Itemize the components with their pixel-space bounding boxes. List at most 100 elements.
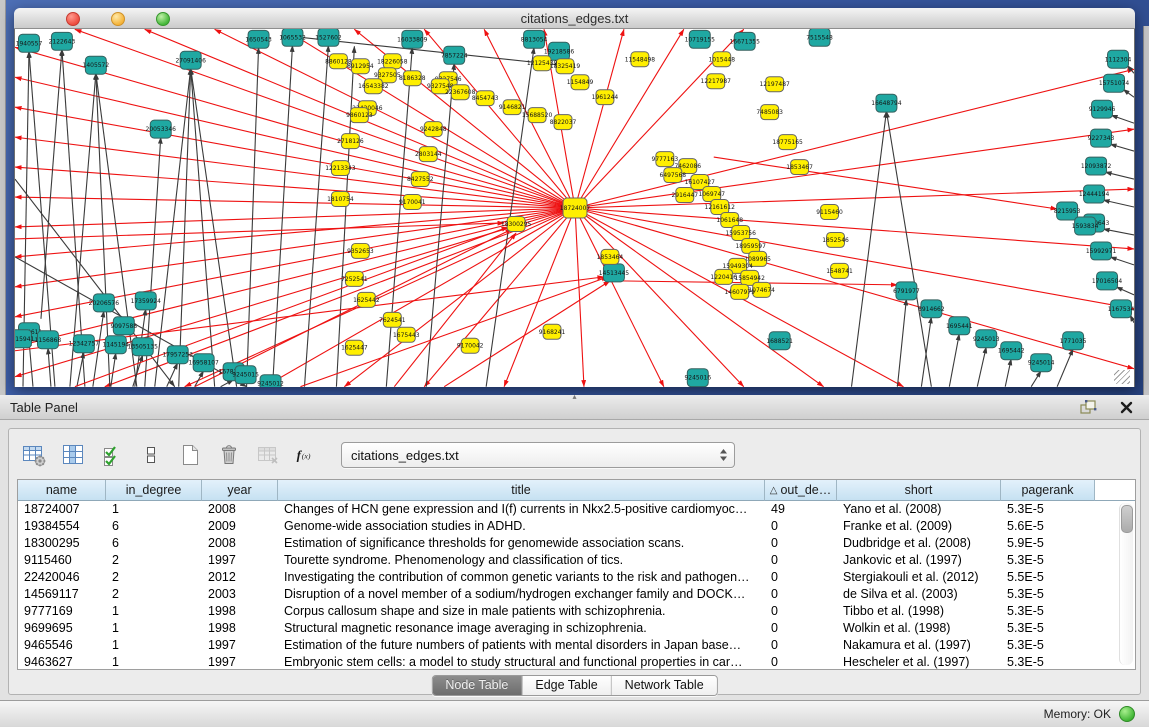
cell-title[interactable]: Investigating the contribution of common… [278, 569, 765, 586]
close-panel-icon[interactable] [1113, 394, 1139, 420]
table-row[interactable]: 911546021997Tourette syndrome. Phenomeno… [18, 552, 1135, 569]
function-builder-icon[interactable]: f (x) [294, 442, 320, 468]
cell-title[interactable]: Embryonic stem cells: a model to study s… [278, 654, 765, 670]
cell-pagerank[interactable]: 5.9E-5 [1001, 535, 1095, 552]
new-column-icon[interactable] [177, 442, 203, 468]
column-header-short[interactable]: short [837, 480, 1001, 501]
cell-out_degree[interactable]: 0 [765, 620, 837, 637]
graph-edge[interactable] [155, 68, 191, 386]
graph-edge[interactable] [575, 208, 1134, 309]
graph-edge[interactable] [575, 208, 824, 387]
column-header-title[interactable]: title [278, 480, 765, 501]
cell-pagerank[interactable]: 5.3E-5 [1001, 552, 1095, 569]
stacked-rows-icon[interactable] [138, 442, 164, 468]
select-columns-icon[interactable] [60, 442, 86, 468]
cell-out_degree[interactable]: 0 [765, 569, 837, 586]
cell-short[interactable]: Hescheler et al. (1997) [837, 654, 1001, 670]
graph-edge[interactable] [48, 348, 51, 387]
cell-short[interactable]: Tibbo et al. (1998) [837, 603, 1001, 620]
graph-edge[interactable] [1103, 200, 1134, 207]
graph-edge[interactable] [1103, 229, 1134, 235]
graph-edge[interactable] [41, 49, 62, 319]
cell-short[interactable]: Dudbridge et al. (2008) [837, 535, 1001, 552]
graph-edge[interactable] [886, 111, 931, 387]
cell-in_degree[interactable]: 1 [106, 620, 202, 637]
cell-name[interactable]: 19384554 [18, 518, 106, 535]
cell-year[interactable]: 2003 [202, 586, 278, 603]
graph-edge[interactable] [15, 107, 575, 208]
cell-year[interactable]: 1997 [202, 552, 278, 569]
table-row[interactable]: 1456911722003Disruption of a novel membe… [18, 586, 1135, 603]
cell-name[interactable]: 18300295 [18, 535, 106, 552]
table-row[interactable]: 946554611997Estimation of the future num… [18, 637, 1135, 654]
tab-node-table[interactable]: Node Table [432, 676, 522, 695]
float-window-icon[interactable] [1075, 394, 1101, 420]
graph-edge[interactable] [575, 208, 1134, 369]
graph-edge[interactable] [247, 47, 259, 386]
cell-pagerank[interactable]: 5.3E-5 [1001, 603, 1095, 620]
table-panel-titlebar[interactable]: ▴ Table Panel [0, 395, 1149, 420]
cell-in_degree[interactable]: 6 [106, 518, 202, 535]
graph-edge[interactable] [977, 347, 986, 387]
cell-year[interactable]: 2008 [202, 535, 278, 552]
network-canvas[interactable]: 1940557212264314055722709140616505431065… [14, 29, 1135, 387]
close-window-button[interactable] [66, 12, 80, 26]
network-window-titlebar[interactable]: citations_edges.txt [14, 8, 1135, 29]
graph-edge[interactable] [575, 208, 744, 387]
column-header-in_degree[interactable]: in_degree [106, 480, 202, 501]
graph-edge[interactable] [575, 208, 584, 387]
delete-column-trash-icon[interactable] [216, 442, 242, 468]
cell-out_degree[interactable]: 0 [765, 518, 837, 535]
cell-year[interactable]: 1997 [202, 654, 278, 670]
cell-pagerank[interactable]: 5.3E-5 [1001, 620, 1095, 637]
cell-short[interactable]: Yano et al. (2008) [837, 501, 1001, 518]
cell-title[interactable]: Disruption of a novel member of a sodium… [278, 586, 765, 603]
cell-title[interactable]: Estimation of significance thresholds fo… [278, 535, 765, 552]
cell-pagerank[interactable]: 5.6E-5 [1001, 518, 1095, 535]
cell-year[interactable]: 1997 [202, 637, 278, 654]
checkbox-list-icon[interactable] [99, 442, 125, 468]
cell-out_degree[interactable]: 0 [765, 535, 837, 552]
cell-year[interactable]: 1998 [202, 603, 278, 620]
cell-name[interactable]: 9463627 [18, 654, 106, 670]
cell-out_degree[interactable]: 0 [765, 586, 837, 603]
table-settings-icon[interactable] [21, 442, 47, 468]
cell-year[interactable]: 2009 [202, 518, 278, 535]
table-select-dropdown[interactable]: citations_edges.txt [341, 442, 735, 468]
column-header-pagerank[interactable]: pagerank [1001, 480, 1095, 501]
cell-in_degree[interactable]: 1 [106, 654, 202, 670]
graph-edge[interactable] [1123, 89, 1134, 97]
graph-edge[interactable] [575, 208, 664, 387]
graph-edge[interactable] [575, 69, 1134, 208]
cell-short[interactable]: Stergiakouli et al. (2012) [837, 569, 1001, 586]
cell-pagerank[interactable]: 5.3E-5 [1001, 654, 1095, 670]
cell-year[interactable]: 2012 [202, 569, 278, 586]
graph-edge[interactable] [1005, 359, 1011, 387]
zoom-window-button[interactable] [156, 12, 170, 26]
cell-title[interactable]: Estimation of the future numbers of pati… [278, 637, 765, 654]
cell-in_degree[interactable]: 1 [106, 501, 202, 518]
graph-edge[interactable] [575, 29, 624, 208]
graph-edge[interactable] [15, 197, 575, 208]
cell-year[interactable]: 2008 [202, 501, 278, 518]
cell-short[interactable]: Wolkin et al. (1998) [837, 620, 1001, 637]
table-row[interactable]: 1830029562008Estimation of significance … [18, 535, 1135, 552]
graph-edge[interactable] [1110, 257, 1134, 265]
graph-edge[interactable] [15, 208, 575, 287]
cell-title[interactable]: Structural magnetic resonance image aver… [278, 620, 765, 637]
graph-edge[interactable] [1111, 115, 1134, 123]
cell-name[interactable]: 9777169 [18, 603, 106, 620]
cell-name[interactable]: 14569117 [18, 586, 106, 603]
minimize-window-button[interactable] [111, 12, 125, 26]
cell-title[interactable]: Corpus callosum shape and size in male p… [278, 603, 765, 620]
graph-edge[interactable] [1116, 287, 1134, 295]
cell-short[interactable]: Nakamura et al. (1997) [837, 637, 1001, 654]
cell-out_degree[interactable]: 0 [765, 637, 837, 654]
table-row[interactable]: 1872400712008Changes of HCN gene express… [18, 501, 1135, 518]
table-row[interactable]: 977716911998Corpus callosum shape and si… [18, 603, 1135, 620]
column-header-out_degree[interactable]: △out_de… [765, 480, 837, 501]
graph-edge[interactable] [852, 111, 887, 387]
column-header-year[interactable]: year [202, 480, 278, 501]
graph-edge[interactable] [575, 189, 1134, 208]
cell-title[interactable]: Changes of HCN gene expression and I(f) … [278, 501, 765, 518]
